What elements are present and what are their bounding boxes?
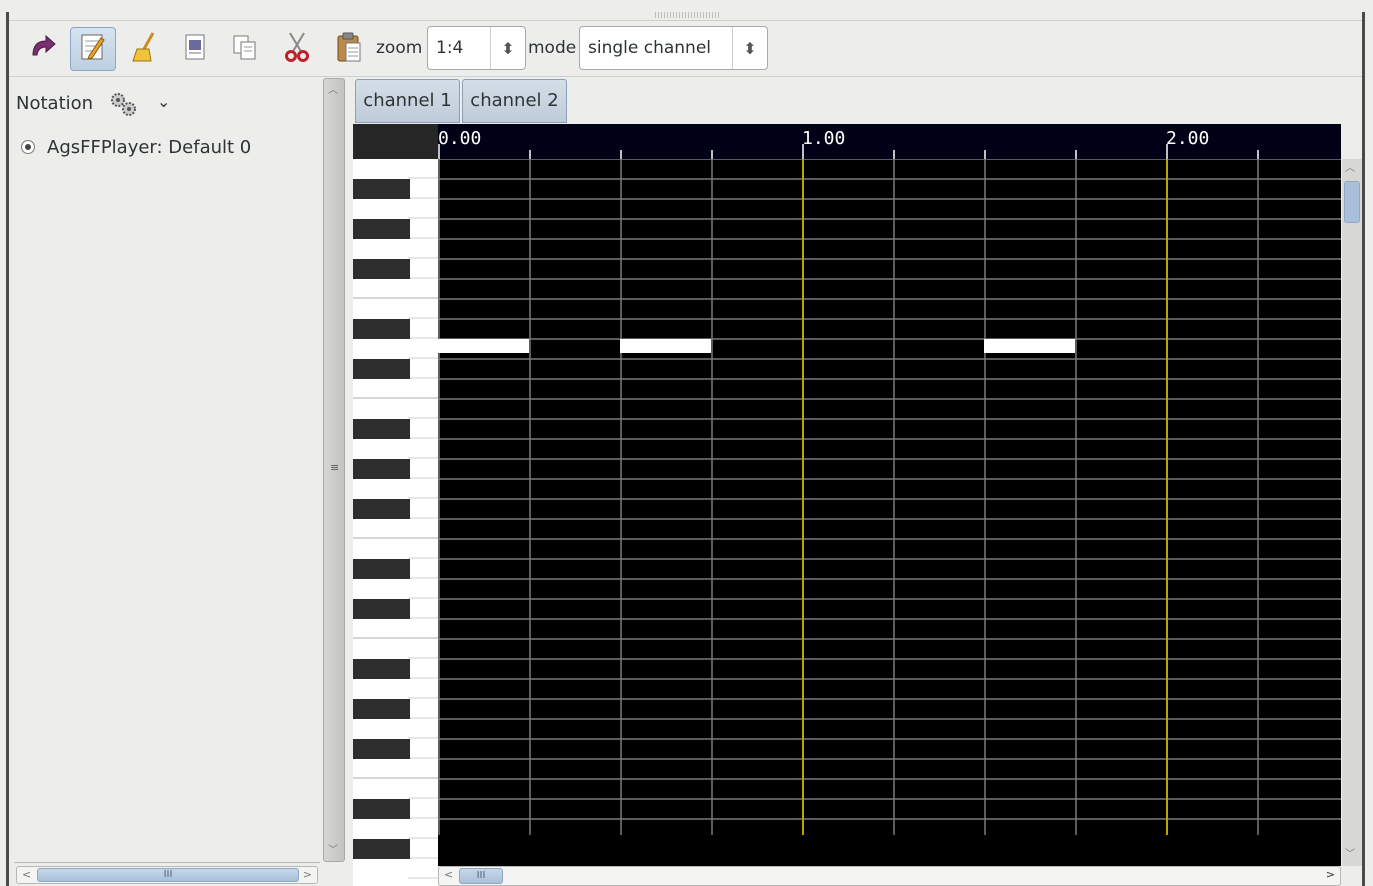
player-label: AgsFFPlayer: Default 0 [47, 137, 252, 158]
scroll-down-icon[interactable]: ﹀ [1345, 845, 1355, 860]
paste-button[interactable] [326, 27, 372, 71]
grid-hscrollbar[interactable]: < III > [438, 866, 1341, 886]
tab-channel-1[interactable]: channel 1 [355, 79, 460, 123]
scroll-up-icon[interactable]: ︿ [1345, 159, 1355, 174]
grip-icon[interactable]: ≡ [330, 461, 339, 474]
black-key [353, 319, 410, 339]
time-ruler[interactable]: 0.00 1.00 2.00 [438, 124, 1341, 159]
piano-keys[interactable] [353, 159, 438, 886]
grid-vscrollbar[interactable]: ︿ ﹀ [1342, 159, 1362, 866]
chevron-down-icon[interactable]: ⌄ [157, 92, 170, 111]
select-all-button[interactable] [172, 27, 218, 71]
tab-channel-2[interactable]: channel 2 [462, 79, 567, 123]
black-key [353, 559, 410, 579]
black-key [353, 739, 410, 759]
scroll-down-icon[interactable]: ﹀ [328, 841, 338, 856]
ruler-label: 0.00 [438, 128, 482, 149]
scroll-up-icon[interactable]: ︿ [328, 81, 338, 96]
pane-vscrollbar[interactable]: ︿ ≡ ﹀ [323, 78, 345, 862]
scroll-thumb[interactable]: III [459, 868, 503, 884]
left-panel-divider [14, 862, 320, 863]
scroll-right-icon[interactable]: > [303, 867, 312, 883]
black-key [353, 499, 410, 519]
black-key [353, 599, 410, 619]
note-edit-grid[interactable] [438, 158, 1341, 866]
scroll-left-icon[interactable]: < [22, 867, 31, 883]
notation-title: Notation [16, 93, 94, 114]
black-key [353, 799, 410, 819]
updown-arrows-icon[interactable]: ⬍ [490, 27, 525, 69]
ruler-corner [353, 124, 438, 159]
ruler-label: 2.00 [1166, 128, 1210, 149]
player-radio[interactable] [21, 140, 35, 154]
black-key [353, 659, 410, 679]
black-key [353, 259, 410, 279]
piano-keyboard[interactable] [353, 159, 438, 886]
mode-label: mode [528, 38, 577, 58]
copy-icon [231, 33, 259, 66]
window-left-border [6, 12, 9, 886]
left-panel-hscrollbar[interactable]: < III > [16, 866, 318, 884]
redo-icon [28, 33, 58, 66]
ruler-label: 1.00 [802, 128, 846, 149]
note [438, 339, 529, 353]
clear-button[interactable] [122, 27, 168, 71]
window-drag-grip[interactable] [655, 12, 721, 18]
note [984, 339, 1075, 353]
scroll-thumb[interactable] [1344, 181, 1360, 223]
toolbar-separator [9, 76, 1362, 77]
zoom-value: 1:4 [436, 38, 464, 58]
cut-button[interactable] [274, 27, 320, 71]
mode-select[interactable]: single channel ⬍ [579, 26, 768, 70]
paste-clipboard-icon [335, 31, 363, 68]
edit-pencil-button[interactable] [70, 27, 116, 71]
black-key [353, 359, 410, 379]
scroll-thumb[interactable]: III [37, 868, 299, 882]
black-key [353, 179, 410, 199]
redo-button[interactable] [20, 27, 66, 71]
copy-button[interactable] [222, 27, 268, 71]
zoom-spinner[interactable]: 1:4 ⬍ [427, 26, 526, 70]
note [620, 339, 711, 353]
black-key [353, 839, 410, 859]
scissors-icon [283, 31, 311, 68]
black-key [353, 459, 410, 479]
updown-arrows-icon[interactable]: ⬍ [732, 27, 767, 69]
scroll-right-icon[interactable]: > [1326, 867, 1335, 883]
edit-pencil-icon [79, 32, 107, 67]
black-key [353, 699, 410, 719]
select-document-icon [182, 33, 208, 66]
black-key [353, 419, 410, 439]
gears-icon[interactable] [107, 90, 141, 123]
broom-icon [131, 31, 159, 68]
window-right-border [1362, 12, 1365, 886]
top-divider [9, 20, 1362, 21]
scroll-left-icon[interactable]: < [444, 867, 453, 883]
note-grid-canvas[interactable] [438, 158, 1341, 866]
black-key [353, 219, 410, 239]
mode-value: single channel [588, 38, 712, 58]
zoom-label: zoom [376, 38, 423, 58]
